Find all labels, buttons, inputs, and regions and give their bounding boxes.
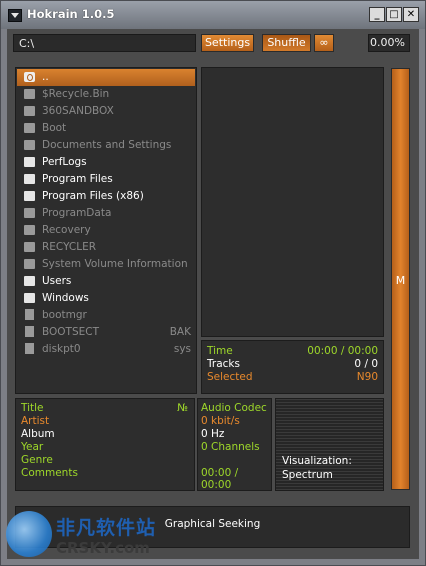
- file-icon: [25, 326, 34, 337]
- year-label: Year: [21, 441, 44, 453]
- list-item[interactable]: ProgramData: [17, 205, 195, 222]
- bitrate-value: 0 kbit/s: [201, 415, 240, 427]
- visualization-panel[interactable]: Visualization: Spectrum: [275, 398, 384, 491]
- folder-icon: [24, 191, 35, 201]
- codec-panel: Audio Codec 0 kbit/s 0 Hz 0 Channels 00:…: [197, 398, 272, 491]
- title-label: Title: [21, 402, 44, 414]
- folder-icon: [24, 140, 35, 150]
- channels-value: 0 Channels: [201, 441, 260, 453]
- path-input[interactable]: C:\: [13, 34, 196, 52]
- list-item[interactable]: diskpt0 sys: [17, 341, 195, 358]
- folder-icon: [24, 157, 35, 167]
- folder-icon: [24, 89, 35, 99]
- list-item[interactable]: Program Files (x86): [17, 188, 195, 205]
- track-tags-panel: Title № Artist Album Year Genre Comments: [15, 398, 195, 491]
- minimize-button[interactable]: _: [369, 7, 385, 22]
- list-item[interactable]: Windows: [17, 290, 195, 307]
- watermark-globe-icon: [6, 511, 52, 557]
- list-item[interactable]: 360SANDBOX: [17, 103, 195, 120]
- shuffle-button[interactable]: Shuffle: [262, 34, 311, 52]
- folder-icon: [24, 208, 35, 218]
- list-item[interactable]: Documents and Settings: [17, 137, 195, 154]
- folder-icon: [24, 225, 35, 235]
- mode-button[interactable]: M: [391, 68, 410, 490]
- up-folder-icon: [24, 72, 35, 82]
- tracks-label: Tracks: [207, 358, 240, 370]
- playlist-stats: Time 00:00 / 00:00 Tracks 0 / 0 Selected…: [201, 340, 384, 394]
- settings-button[interactable]: Settings: [201, 34, 254, 52]
- list-item[interactable]: RECYCLER: [17, 239, 195, 256]
- sample-rate-value: 0 Hz: [201, 428, 225, 440]
- file-icon: [25, 343, 34, 354]
- selected-label: Selected: [207, 371, 253, 383]
- selected-value: N90: [356, 371, 378, 383]
- list-item[interactable]: PerfLogs: [17, 154, 195, 171]
- folder-icon: [24, 123, 35, 133]
- app-menu-icon[interactable]: [8, 9, 22, 22]
- genre-label: Genre: [21, 454, 53, 466]
- folder-icon: [24, 259, 35, 269]
- list-item[interactable]: ..: [17, 69, 195, 86]
- list-item[interactable]: bootmgr: [17, 307, 195, 324]
- folder-icon: [24, 174, 35, 184]
- folder-icon: [24, 242, 35, 252]
- maximize-button[interactable]: □: [386, 7, 402, 22]
- file-icon: [25, 309, 34, 320]
- folder-icon: [24, 276, 35, 286]
- playlist-panel[interactable]: [201, 67, 384, 337]
- codec-time-value: 00:00 / 00:00: [201, 467, 239, 491]
- close-button[interactable]: ✕: [403, 7, 419, 22]
- comments-label: Comments: [21, 467, 78, 479]
- time-label: Time: [207, 345, 233, 357]
- number-label: №: [177, 402, 188, 414]
- visualization-mode: Spectrum: [282, 469, 333, 481]
- watermark-logo: 非凡软件站 CRSKY.com: [2, 503, 162, 563]
- folder-icon: [24, 293, 35, 303]
- album-label: Album: [21, 428, 55, 440]
- list-item[interactable]: Program Files: [17, 171, 195, 188]
- list-item[interactable]: Boot: [17, 120, 195, 137]
- artist-label: Artist: [21, 415, 50, 427]
- list-item[interactable]: BOOTSECT BAK: [17, 324, 195, 341]
- audio-codec-label: Audio Codec: [201, 402, 267, 414]
- list-item[interactable]: Users: [17, 273, 195, 290]
- visualization-label: Visualization:: [282, 455, 352, 467]
- tracks-value: 0 / 0: [354, 358, 378, 370]
- window-title: Hokrain 1.0.5: [27, 7, 115, 21]
- loop-button[interactable]: ∞: [314, 34, 334, 52]
- time-value: 00:00 / 00:00: [307, 345, 378, 357]
- file-browser[interactable]: .. $Recycle.Bin 360SANDBOX Boot Document…: [15, 67, 197, 394]
- list-item[interactable]: $Recycle.Bin: [17, 86, 195, 103]
- list-item[interactable]: System Volume Information: [17, 256, 195, 273]
- title-bar[interactable]: Hokrain 1.0.5 _ □ ✕: [1, 1, 425, 29]
- list-item[interactable]: Recovery: [17, 222, 195, 239]
- progress-readout: 0.00%: [368, 34, 410, 52]
- folder-icon: [24, 106, 35, 116]
